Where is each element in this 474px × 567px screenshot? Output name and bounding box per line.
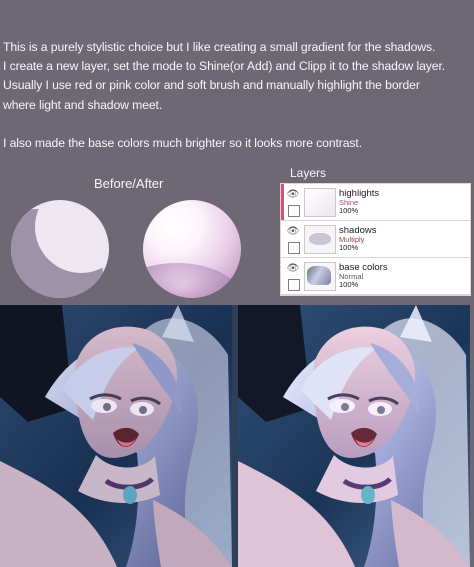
- after-artwork-illustration: [238, 305, 470, 567]
- opacity-value: 100%: [339, 206, 359, 215]
- tutorial-line-3: Usually I use red or pink color and soft…: [3, 78, 420, 93]
- layer-row-shadows[interactable]: 👁 shadows Multiply 100%: [281, 221, 470, 258]
- layers-panel: 👁 highlights Shine 100% 👁 shadows Multip…: [280, 183, 471, 296]
- layer-row-base-colors[interactable]: 👁 base colors Normal 100%: [281, 258, 470, 295]
- tutorial-text-block: This is a purely stylistic choice but I …: [3, 38, 471, 153]
- layer-thumbnail: [304, 188, 336, 217]
- before-artwork-illustration: [0, 305, 232, 567]
- layers-panel-title: Layers: [290, 166, 327, 180]
- layer-thumbnail: [304, 262, 336, 291]
- layer-thumbnail: [304, 225, 336, 254]
- opacity-value: 100%: [339, 280, 359, 289]
- tutorial-line-4: where light and shadow meet.: [3, 97, 163, 112]
- before-artwork: [0, 305, 232, 567]
- checkbox-icon[interactable]: [288, 279, 300, 291]
- eye-icon[interactable]: 👁: [286, 262, 300, 275]
- tutorial-line-2: I create a new layer, set the mode to Sh…: [3, 59, 446, 74]
- tutorial-canvas: This is a purely stylistic choice but I …: [0, 0, 474, 567]
- eye-icon[interactable]: 👁: [286, 225, 300, 238]
- before-after-title: Before/After: [94, 176, 164, 191]
- opacity-value: 100%: [339, 243, 359, 252]
- after-artwork: [238, 305, 470, 567]
- before-shading-circle: [11, 200, 109, 298]
- eye-icon[interactable]: 👁: [286, 188, 300, 201]
- tutorial-line-1: This is a purely stylistic choice but I …: [3, 40, 436, 54]
- layer-row-highlights[interactable]: 👁 highlights Shine 100%: [281, 184, 470, 221]
- after-shading-circle: [143, 200, 241, 298]
- checkbox-icon[interactable]: [288, 205, 300, 217]
- checkbox-icon[interactable]: [288, 242, 300, 254]
- tutorial-line-5: I also made the base colors much brighte…: [3, 135, 362, 150]
